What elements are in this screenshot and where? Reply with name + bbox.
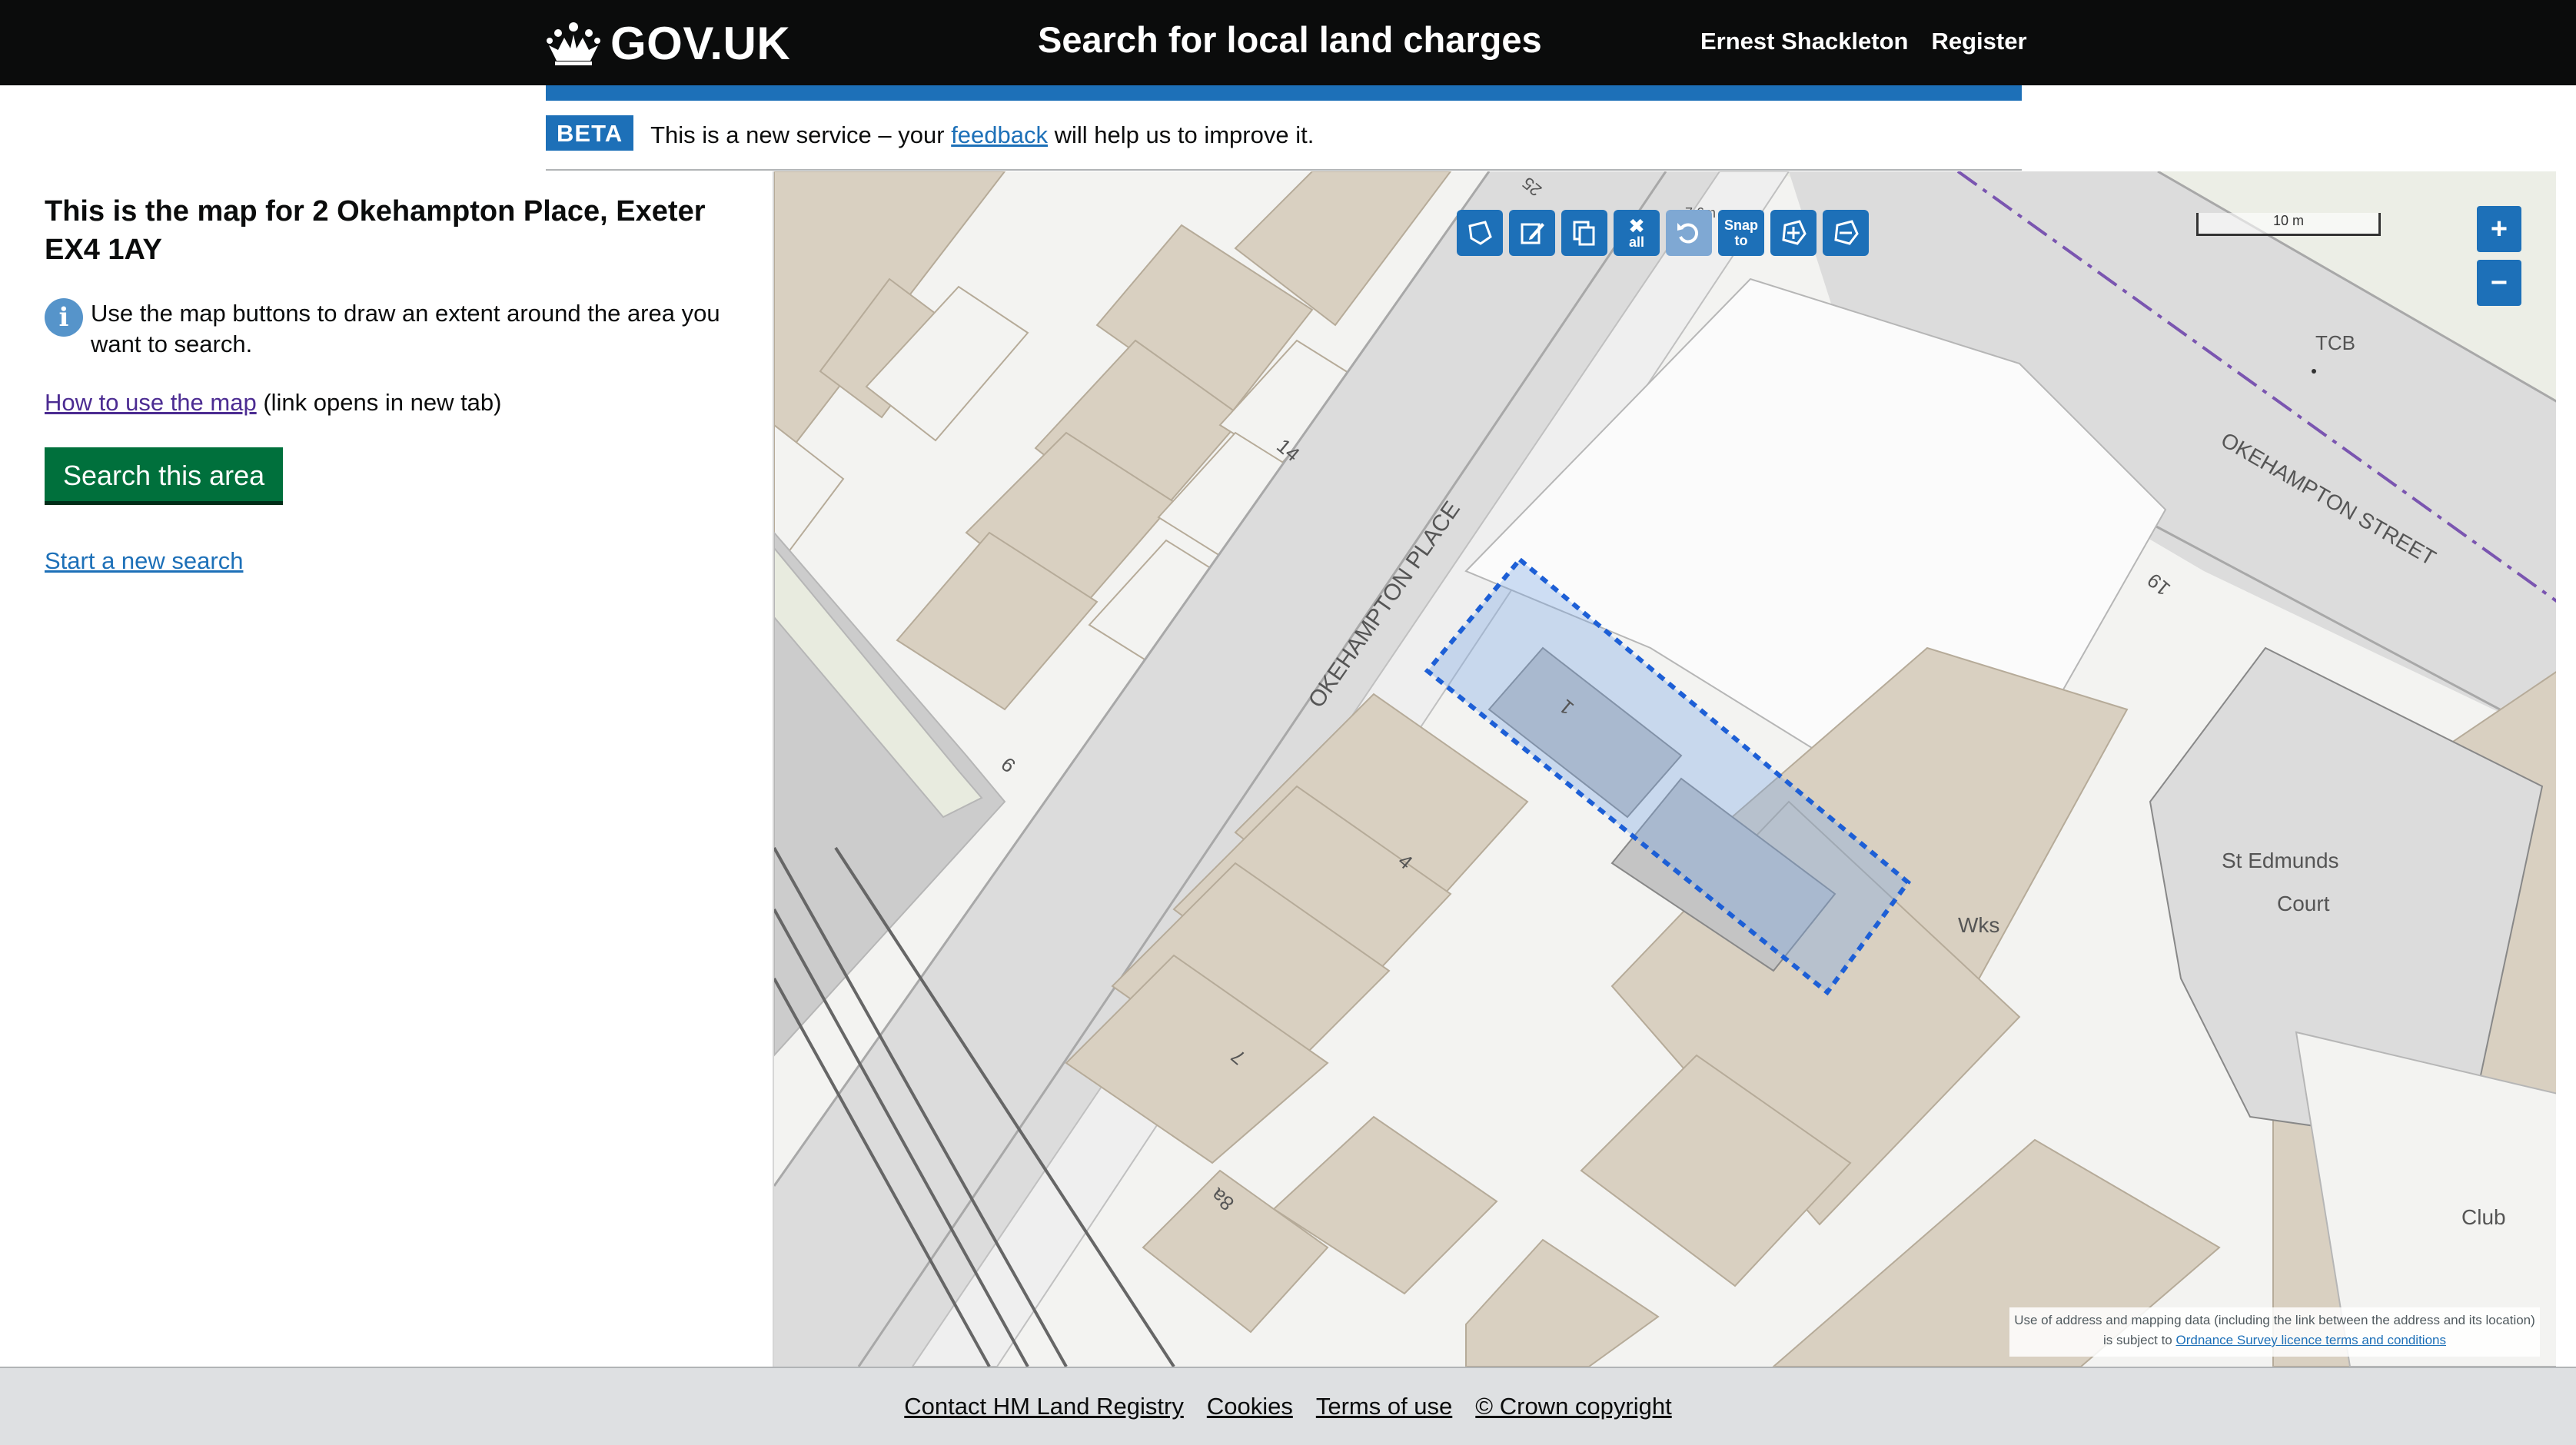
search-panel: This is the map for 2 Okehampton Place, … [45, 192, 736, 575]
map-scale: 10 m [2196, 208, 2381, 239]
plus-polygon-icon [1782, 220, 1807, 245]
footer-contact-link[interactable]: Contact HM Land Registry [904, 1393, 1184, 1420]
crown-icon [547, 22, 600, 65]
zoom-out-button[interactable]: − [2477, 260, 2521, 306]
info-message: i Use the map buttons to draw an extent … [45, 298, 736, 360]
info-icon: i [45, 298, 83, 337]
beta-tag: BETA [546, 115, 634, 151]
phase-banner: BETA This is a new service – your feedba… [546, 115, 2022, 171]
snap-to-button[interactable]: Snap to [1718, 210, 1764, 256]
new-search-paragraph: Start a new search [45, 547, 736, 575]
undo-icon [1677, 223, 1699, 244]
remove-area-button[interactable] [1823, 210, 1869, 256]
page-title: This is the map for 2 Okehampton Place, … [45, 195, 706, 266]
delete-all-button[interactable]: ✖ all [1614, 210, 1660, 256]
add-area-button[interactable] [1770, 210, 1816, 256]
undo-button[interactable] [1666, 210, 1712, 256]
footer-terms-link[interactable]: Terms of use [1316, 1393, 1452, 1420]
polygon-icon [1468, 221, 1492, 245]
map-attribution: Use of address and mapping data (includi… [2009, 1307, 2540, 1357]
draw-polygon-button[interactable] [1457, 210, 1503, 256]
site-header: GOV.UK Search for local land charges Ern… [0, 0, 2576, 85]
search-this-area-button[interactable]: Search this area [45, 447, 284, 501]
zoom-in-button[interactable]: + [2477, 206, 2521, 252]
footer-cookies-link[interactable]: Cookies [1207, 1393, 1293, 1420]
map-viewport[interactable]: OKEHAMPTON PLACE OKEHAMPTON STREET TCB S… [773, 171, 2556, 1367]
logo-text: GOV.UK [610, 17, 791, 69]
service-name[interactable]: Search for local land charges [1038, 18, 1542, 61]
header-nav: Ernest Shackleton Register [1700, 28, 2027, 55]
how-to-use-map-link[interactable]: How to use the map [45, 389, 257, 416]
site-footer: Contact HM Land Registry Cookies Terms o… [0, 1367, 2576, 1445]
copy-icon [1573, 221, 1595, 246]
label-wks: Wks [1958, 913, 1999, 937]
os-licence-link[interactable]: Ordnance Survey licence terms and condit… [2175, 1333, 2446, 1347]
map-canvas[interactable]: OKEHAMPTON PLACE OKEHAMPTON STREET TCB S… [774, 171, 2556, 1367]
info-text: Use the map buttons to draw an extent ar… [91, 300, 720, 357]
zoom-controls: + − [2477, 206, 2521, 306]
label-tcb: TCB [2315, 331, 2355, 354]
footer-copyright-link[interactable]: © Crown copyright [1475, 1393, 1671, 1420]
nav-user-name[interactable]: Ernest Shackleton [1700, 28, 1908, 55]
govuk-logo[interactable]: GOV.UK [546, 14, 790, 72]
label-st-edmunds: St Edmunds [2222, 849, 2339, 872]
howto-paragraph: How to use the map (link opens in new ta… [45, 389, 736, 417]
header-accent-bar [546, 85, 2022, 101]
scale-label: 10 m [2272, 213, 2305, 228]
feedback-link[interactable]: feedback [951, 121, 1048, 148]
phase-text: This is a new service – your feedback wi… [650, 121, 1315, 148]
howto-suffix: (link opens in new tab) [256, 389, 502, 416]
nav-register[interactable]: Register [1931, 28, 2026, 55]
edit-button[interactable] [1509, 210, 1555, 256]
copy-button[interactable] [1561, 210, 1607, 256]
edit-icon [1521, 223, 1544, 244]
minus-polygon-icon [1834, 220, 1859, 245]
start-new-search-link[interactable]: Start a new search [45, 547, 243, 574]
map-toolbar: ✖ all Snap to [1457, 210, 1869, 256]
label-court: Court [2277, 892, 2330, 915]
label-club: Club [2461, 1205, 2506, 1229]
